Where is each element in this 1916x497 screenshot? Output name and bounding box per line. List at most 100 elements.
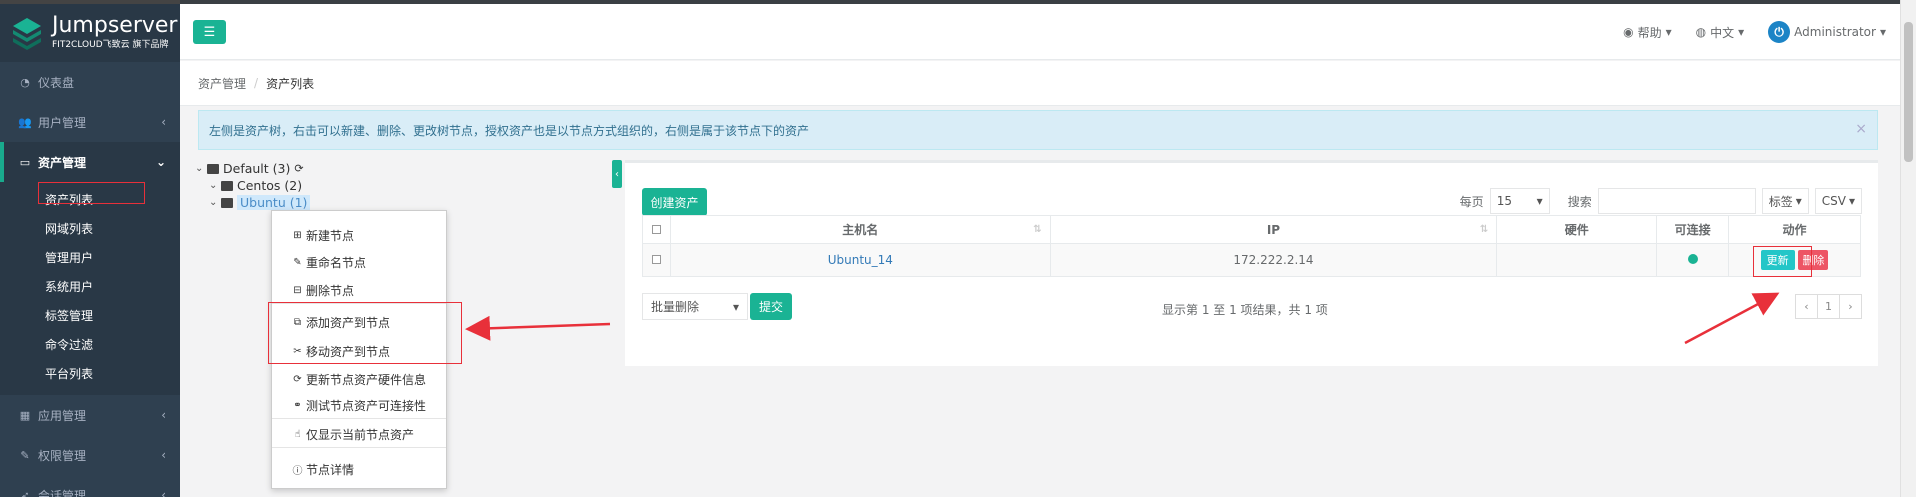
- connectivity-cell: [1656, 243, 1730, 277]
- menu-item-rename-node[interactable]: ✎ 重命名节点: [292, 254, 366, 271]
- user-menu[interactable]: ⏻ Administrator ▾: [1768, 21, 1886, 43]
- refresh-icon[interactable]: ⟳: [294, 162, 303, 175]
- chevron-down-icon: ⌄: [155, 155, 166, 169]
- sidebar-item-label: 权限管理: [38, 448, 87, 463]
- page-1-button[interactable]: 1: [1817, 294, 1840, 319]
- breadcrumb: 资产管理 / 资产列表: [180, 61, 1900, 106]
- sidebar-item-assets[interactable]: ▭ 资产管理 ⌄: [0, 142, 180, 182]
- sidebar-item-permissions[interactable]: ✎ 权限管理 ‹: [0, 435, 180, 475]
- menu-toggle-button[interactable]: ☰: [193, 20, 226, 44]
- hand-pointer-icon: ☝: [294, 429, 301, 440]
- hostname-link[interactable]: Ubuntu_14: [828, 253, 893, 267]
- annotation-box-actions: [1753, 246, 1812, 277]
- minus-square-icon: ⊟: [293, 285, 302, 296]
- submit-button[interactable]: 提交: [750, 293, 792, 320]
- sidebar-item-applications[interactable]: ▦ 应用管理 ‹: [0, 395, 180, 435]
- menu-item-label: 重命名节点: [306, 256, 367, 270]
- chevron-left-icon: ‹: [161, 408, 166, 422]
- annotation-arrow-left: [465, 315, 611, 341]
- table-tools: 每页 15 ▾ 搜索 标签 ▾ CSV ▾: [1460, 188, 1862, 214]
- table-row: Ubuntu_14 172.222.2.14 更新 删除: [642, 243, 1861, 277]
- menu-item-label: 测试节点资产可连接性: [306, 399, 427, 413]
- tree-node-default[interactable]: ⌄ Default (3) ⟳: [195, 160, 310, 177]
- chevron-left-icon: ‹: [161, 115, 166, 129]
- tree-node-label: Default (3): [223, 161, 291, 176]
- tree-node-label: Ubuntu (1): [237, 195, 311, 210]
- asset-list-panel: 创建资产 每页 15 ▾ 搜索 标签 ▾ CSV ▾ 主机名 ⇅ IP ⇅ 硬件 可…: [625, 160, 1878, 366]
- menu-item-label: 更新节点资产硬件信息: [306, 373, 427, 387]
- sidebar-item-platforms[interactable]: 平台列表: [0, 360, 180, 389]
- menu-item-update-hardware[interactable]: ⟳ 更新节点资产硬件信息: [292, 371, 426, 388]
- export-dropdown[interactable]: CSV ▾: [1814, 188, 1862, 214]
- sidebar-item-system-users[interactable]: 系统用户: [0, 273, 180, 302]
- tree-node-ubuntu[interactable]: ⌄ Ubuntu (1): [195, 194, 311, 211]
- chevron-down-icon[interactable]: ⌄: [195, 163, 207, 174]
- select-all-checkbox[interactable]: [642, 215, 671, 244]
- refresh-icon: ⟳: [293, 374, 302, 385]
- column-header-ip[interactable]: IP ⇅: [1049, 215, 1498, 244]
- menu-item-node-details[interactable]: ⓘ 节点详情: [292, 461, 355, 478]
- sidebar-item-sessions[interactable]: ➶ 会话管理 ‹: [0, 475, 180, 497]
- caret-down-icon: ▾: [1879, 25, 1886, 39]
- page-scrollbar[interactable]: [1900, 0, 1916, 497]
- sort-icon: ⇅: [1479, 224, 1489, 235]
- ip-cell: 172.222.2.14: [1049, 243, 1498, 277]
- close-icon[interactable]: ×: [1855, 121, 1867, 137]
- bars-icon: ☰: [203, 24, 216, 40]
- sidebar-item-label: 应用管理: [38, 408, 87, 423]
- column-header-hostname[interactable]: 主机名 ⇅: [669, 215, 1051, 244]
- link-icon: ⚭: [293, 400, 302, 411]
- labels-label: 标签: [1768, 194, 1793, 209]
- menu-item-delete-node[interactable]: ⊟ 删除节点: [292, 282, 354, 299]
- brand-name: Jumpserver: [52, 13, 178, 38]
- sidebar-item-domain-list[interactable]: 网域列表: [0, 215, 180, 244]
- tree-node-centos[interactable]: ⌄ Centos (2): [195, 177, 310, 194]
- chevron-left-icon: ‹: [161, 488, 166, 497]
- menu-item-test-connectivity[interactable]: ⚭ 测试节点资产可连接性: [292, 397, 426, 414]
- info-alert: 左侧是资产树，右击可以新建、删除、更改树节点，授权资产也是以节点方式组织的，右侧…: [198, 110, 1878, 150]
- menu-item-label: 节点详情: [306, 463, 355, 477]
- dashboard-icon: ◔: [20, 75, 30, 89]
- table-header-row: 主机名 ⇅ IP ⇅ 硬件 可连接 动作: [642, 215, 1861, 244]
- tree-collapse-handle[interactable]: ‹: [612, 160, 622, 188]
- grid-icon: ▦: [19, 408, 31, 422]
- asset-submenu: 资产列表 网域列表 管理用户 系统用户 标签管理 命令过滤 平台列表: [0, 182, 180, 395]
- inbox-icon: ▭: [19, 155, 31, 169]
- sidebar-item-command-filter[interactable]: 命令过滤: [0, 331, 180, 360]
- chevron-left-icon: ‹: [615, 168, 619, 180]
- menu-item-new-node[interactable]: ⊞ 新建节点: [292, 227, 354, 244]
- column-header-connectivity: 可连接: [1656, 215, 1730, 244]
- labels-dropdown[interactable]: 标签 ▾: [1761, 188, 1809, 214]
- menu-item-show-current-only[interactable]: ☝ 仅显示当前节点资产: [292, 426, 414, 443]
- brand-logo[interactable]: Jumpserver FIT2CLOUD飞致云 旗下品牌: [0, 0, 180, 62]
- row-checkbox[interactable]: [642, 243, 671, 277]
- chevron-down-icon[interactable]: ⌄: [209, 180, 221, 191]
- user-name: Administrator: [1794, 25, 1876, 39]
- prev-page-button[interactable]: ‹: [1795, 294, 1818, 319]
- jumpserver-logo-icon: [13, 18, 41, 50]
- annotation-box-menu-items: [268, 302, 462, 364]
- menu-item-label: 删除节点: [306, 284, 355, 298]
- search-label: 搜索: [1567, 194, 1592, 209]
- sidebar-item-admin-users[interactable]: 管理用户: [0, 244, 180, 273]
- sidebar-item-labels[interactable]: 标签管理: [0, 302, 180, 331]
- create-asset-button[interactable]: 创建资产: [642, 188, 707, 216]
- help-menu[interactable]: ◉ 帮助 ▾: [1623, 24, 1672, 41]
- column-header-hardware: 硬件: [1496, 215, 1658, 244]
- language-label: 中文: [1710, 25, 1735, 40]
- bulk-action-select[interactable]: 批量删除 ▾: [642, 293, 748, 320]
- search-input[interactable]: [1597, 188, 1756, 214]
- chevron-down-icon[interactable]: ⌄: [209, 197, 221, 208]
- sidebar-item-dashboard[interactable]: ◔ 仪表盘: [0, 62, 180, 102]
- eye-icon: ◉: [1623, 25, 1634, 39]
- language-menu[interactable]: ◍ 中文 ▾: [1696, 24, 1745, 41]
- next-page-button[interactable]: ›: [1839, 294, 1862, 319]
- per-page-select[interactable]: 15 ▾: [1489, 188, 1550, 214]
- asset-tree: ⌄ Default (3) ⟳ ⌄ Centos (2) ⌄ Ubuntu (1…: [195, 160, 311, 211]
- caret-down-icon: ▾: [1665, 25, 1672, 39]
- menu-item-label: 仅显示当前节点资产: [306, 428, 415, 442]
- breadcrumb-root[interactable]: 资产管理: [198, 75, 246, 92]
- sidebar-item-users[interactable]: 👥 用户管理 ‹: [0, 102, 180, 142]
- edit-icon: ✎: [293, 257, 302, 268]
- plus-square-icon: ⊞: [293, 230, 302, 241]
